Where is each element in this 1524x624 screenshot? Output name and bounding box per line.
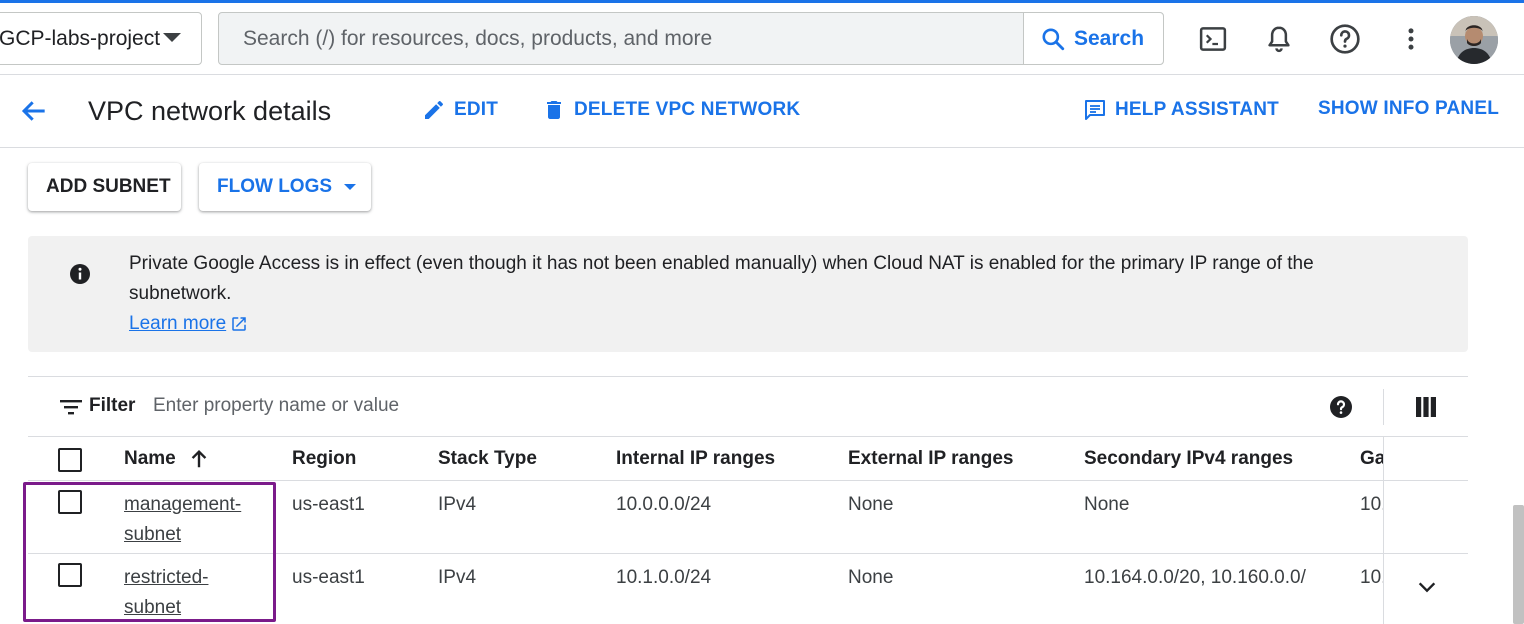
chevron-down-icon [163, 33, 181, 42]
notifications-icon[interactable] [1261, 21, 1297, 57]
more-vert-icon[interactable] [1393, 21, 1429, 57]
stack-type-cell: IPv4 [438, 494, 477, 515]
search-button-label: Search [1074, 26, 1145, 50]
project-name: GCP-labs-project [0, 26, 161, 50]
expand-row-chevron-icon[interactable] [1416, 576, 1438, 603]
table-row: restricted- subnet us-east1 IPv4 10.1.0.… [28, 554, 1468, 624]
flow-logs-label: FLOW LOGS [217, 176, 333, 197]
column-display-icon[interactable] [1416, 397, 1436, 422]
subnet-name-link[interactable]: restricted- subnet [124, 563, 254, 623]
sticky-column-divider [1383, 554, 1384, 624]
show-info-panel-label: SHOW INFO PANEL [1318, 98, 1500, 119]
help-assistant-label: HELP ASSISTANT [1115, 99, 1279, 120]
external-link-icon [232, 317, 246, 331]
back-arrow-icon[interactable] [18, 95, 50, 132]
table-header: Name Region Stack Type Internal IP range… [28, 437, 1468, 481]
column-header-internal-ip[interactable]: Internal IP ranges [616, 448, 775, 470]
row-checkbox[interactable] [58, 563, 82, 587]
table-row: management- subnet us-east1 IPv4 10.0.0.… [28, 481, 1468, 554]
column-header-region[interactable]: Region [292, 448, 356, 470]
learn-more-link[interactable]: Learn more [129, 309, 248, 339]
region-cell: us-east1 [292, 567, 365, 588]
flow-logs-button[interactable]: FLOW LOGS [199, 163, 371, 211]
chat-icon [1085, 100, 1105, 120]
column-header-name-label: Name [124, 448, 176, 469]
filter-input[interactable]: Enter property name or value [153, 395, 399, 417]
dropdown-arrow-icon [344, 184, 357, 190]
page-header: VPC network details EDIT DELETE VPC NETW… [0, 76, 1524, 148]
top-bar: GCP-labs-project Search (/) for resource… [0, 3, 1524, 75]
subnet-name-link[interactable]: management- subnet [124, 490, 254, 550]
cloud-shell-icon[interactable] [1195, 21, 1231, 57]
add-subnet-button[interactable]: ADD SUBNET [28, 163, 181, 211]
search-input[interactable]: Search (/) for resources, docs, products… [219, 27, 1163, 51]
gateway-cell: 10. [1360, 494, 1384, 515]
filter-label: Filter [89, 395, 136, 416]
column-header-gateway[interactable]: Gat [1360, 448, 1384, 470]
banner-message: Private Google Access is in effect (even… [129, 253, 1314, 304]
help-assistant-button[interactable]: HELP ASSISTANT [1083, 98, 1279, 122]
subnet-name-line-2: subnet [124, 524, 182, 545]
column-header-name[interactable]: Name [124, 448, 210, 470]
delete-vpc-network-button[interactable]: DELETE VPC NETWORK [542, 98, 800, 122]
vertical-scrollbar[interactable] [1513, 505, 1524, 624]
stack-type-cell: IPv4 [438, 567, 477, 588]
search-icon [1042, 27, 1065, 50]
info-banner: Private Google Access is in effect (even… [28, 236, 1468, 352]
project-selector[interactable]: GCP-labs-project [0, 12, 202, 65]
filter-icon[interactable] [60, 397, 82, 422]
select-all-checkbox[interactable] [58, 448, 82, 472]
delete-label: DELETE VPC NETWORK [574, 99, 801, 120]
edit-label: EDIT [454, 99, 499, 120]
internal-ip-cell: 10.0.0.0/24 [616, 494, 712, 515]
page-title: VPC network details [88, 96, 332, 126]
show-info-panel-button[interactable]: SHOW INFO PANEL [1318, 98, 1499, 120]
row-checkbox[interactable] [58, 490, 82, 514]
subnet-name-line-1: restricted- [124, 567, 209, 588]
gateway-cell: 10. [1360, 567, 1384, 588]
internal-ip-cell: 10.1.0.0/24 [616, 567, 712, 588]
column-header-external-ip[interactable]: External IP ranges [848, 448, 1013, 470]
pencil-icon [425, 101, 443, 119]
learn-more-label: Learn more [129, 313, 227, 334]
sticky-column-divider [1383, 481, 1384, 554]
subnet-name-line-2: subnet [124, 597, 182, 618]
sort-arrow-up-icon [191, 449, 207, 468]
subnet-name-line-1: management- [124, 494, 242, 515]
external-ip-cell: None [848, 494, 894, 515]
trash-icon [547, 101, 561, 119]
info-icon [68, 262, 92, 291]
filter-help-icon[interactable] [1329, 395, 1353, 424]
add-subnet-label: ADD SUBNET [46, 176, 171, 197]
filter-divider [1383, 389, 1384, 425]
secondary-ipv4-cell: 10.164.0.0/20, 10.160.0.0/ [1084, 567, 1306, 588]
external-ip-cell: None [848, 567, 894, 588]
column-header-stack-type[interactable]: Stack Type [438, 448, 537, 470]
search-button[interactable]: Search [1023, 13, 1163, 64]
region-cell: us-east1 [292, 494, 365, 515]
column-header-secondary-ipv4[interactable]: Secondary IPv4 ranges [1084, 448, 1293, 470]
search-bar[interactable]: Search (/) for resources, docs, products… [218, 12, 1164, 65]
sticky-column-divider [1383, 437, 1384, 481]
secondary-ipv4-cell: None [1084, 494, 1130, 515]
help-icon[interactable] [1327, 21, 1363, 57]
filter-bar: Filter Enter property name or value [28, 376, 1468, 437]
avatar[interactable] [1450, 16, 1498, 64]
edit-button[interactable]: EDIT [422, 98, 498, 122]
